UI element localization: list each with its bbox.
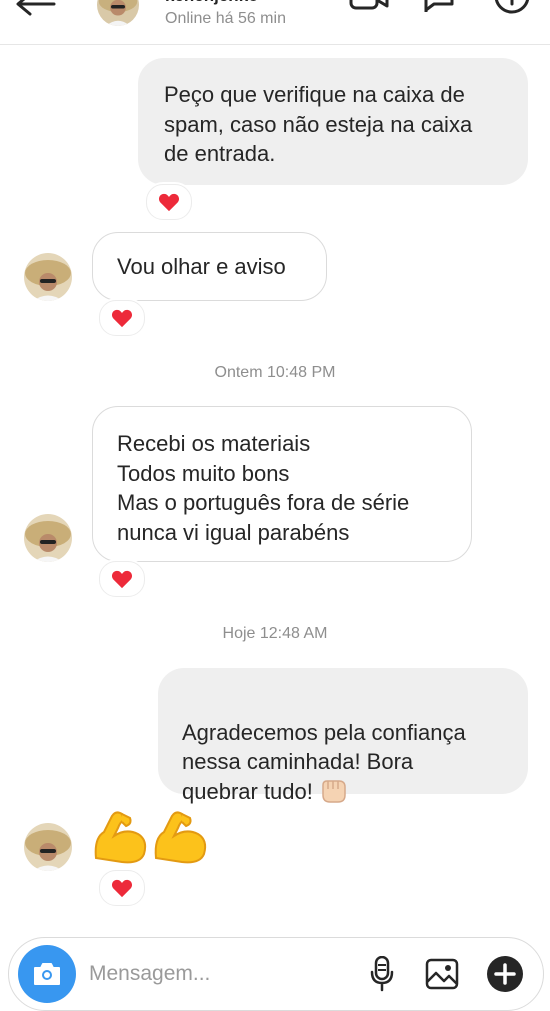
emoji-message[interactable] bbox=[92, 808, 210, 868]
gallery-button[interactable] bbox=[422, 954, 462, 994]
header-avatar[interactable] bbox=[97, 0, 139, 26]
contact-avatar[interactable] bbox=[24, 823, 72, 871]
gallery-icon bbox=[425, 958, 459, 990]
heart-reaction[interactable] bbox=[99, 561, 145, 597]
heart-icon bbox=[111, 570, 133, 589]
video-call-icon[interactable] bbox=[349, 0, 389, 24]
contact-avatar[interactable] bbox=[24, 253, 72, 301]
timestamp: Hoje 12:48 AM bbox=[222, 625, 328, 642]
add-button[interactable] bbox=[485, 954, 525, 994]
online-status: Online há 56 min bbox=[165, 10, 286, 27]
heart-icon bbox=[158, 193, 180, 212]
camera-icon bbox=[34, 963, 60, 985]
camera-button[interactable] bbox=[18, 945, 76, 1003]
heart-reaction[interactable] bbox=[146, 184, 192, 220]
plus-icon bbox=[487, 956, 523, 992]
chat-header: kenenjenko Online há 56 min bbox=[0, 0, 550, 45]
heart-reaction[interactable] bbox=[99, 300, 145, 336]
incoming-message[interactable]: Recebi os materiais Todos muito bons Mas… bbox=[92, 406, 472, 562]
contact-name[interactable]: kenenjenko bbox=[165, 0, 259, 6]
back-arrow-icon[interactable] bbox=[14, 0, 58, 26]
fist-bump-icon bbox=[322, 779, 346, 803]
info-icon[interactable] bbox=[492, 0, 532, 24]
flag-icon[interactable] bbox=[420, 0, 460, 24]
heart-icon bbox=[111, 879, 133, 898]
heart-reaction[interactable] bbox=[99, 870, 145, 906]
contact-avatar[interactable] bbox=[24, 514, 72, 562]
timestamp: Ontem 10:48 PM bbox=[214, 364, 336, 381]
incoming-message[interactable]: Vou olhar e aviso bbox=[92, 232, 327, 301]
message-input[interactable] bbox=[89, 958, 339, 990]
heart-icon bbox=[111, 309, 133, 328]
flexed-biceps-icon bbox=[94, 811, 147, 864]
outgoing-message[interactable]: Peço que verifique na caixa de spam, cas… bbox=[138, 58, 528, 185]
microphone-button[interactable] bbox=[362, 954, 402, 994]
microphone-icon bbox=[370, 956, 394, 992]
outgoing-message[interactable]: Agradecemos pela confiança nessa caminha… bbox=[158, 668, 528, 804]
flexed-biceps-icon bbox=[154, 811, 207, 864]
